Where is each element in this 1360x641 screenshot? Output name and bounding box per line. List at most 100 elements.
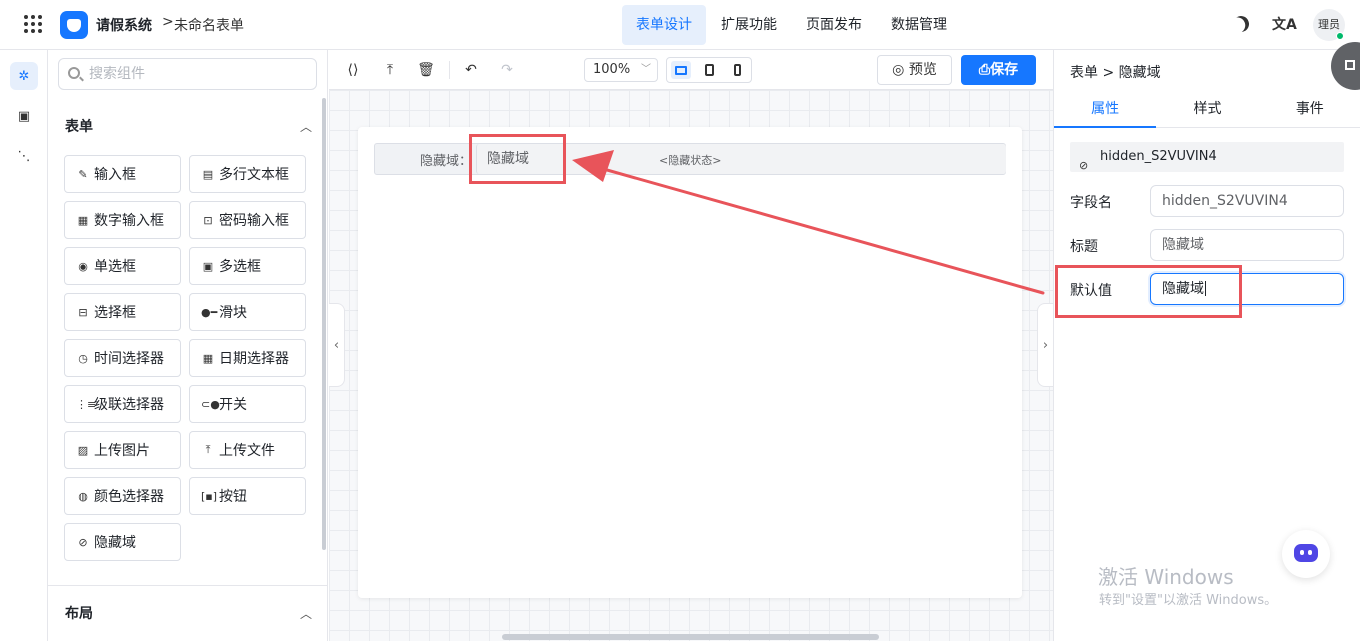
hidden-state-text: <隐藏状态> [659,154,722,167]
component-switch[interactable]: ⊂● 开关 [189,385,306,423]
tablet-device-button[interactable] [699,61,719,79]
textarea-icon: ▤ [202,167,214,181]
property-breadcrumb: 表单 > 隐藏域 [1070,65,1161,81]
save-icon: ⎙ [978,62,991,78]
tab-page-publish[interactable]: 页面发布 [792,5,876,45]
redo-icon[interactable]: ↷ [498,61,516,79]
app-logo-icon [60,11,88,39]
app-name[interactable]: 请假系统 [96,15,152,35]
clock-icon: ◷ [78,351,88,365]
pencil-icon: ✎ [78,167,88,181]
activation-watermark-subtitle: 转到"设置"以激活 Windows。 [1099,593,1278,608]
undo-icon[interactable]: ↶ [462,61,480,79]
component-upload-image[interactable]: ▨ 上传图片 [64,431,181,469]
eye-icon: ◎ [892,62,905,78]
form-section-title: 表单 [65,119,93,135]
breadcrumb-separator: > [162,14,174,30]
upload-icon: ⤒ [205,443,211,456]
device-switcher [666,57,752,83]
zoom-select[interactable]: 100% ﹀ [584,58,658,82]
button-icon: [▪] [201,489,218,503]
component-select[interactable]: ⊟ 选择框 [64,293,181,331]
layout-section-title: 布局 [65,606,93,622]
tab-attributes[interactable]: 属性 [1054,90,1157,128]
select-icon: ⊟ [78,305,88,319]
component-password-input[interactable]: ⊡ 密码输入框 [189,201,306,239]
chevron-down-icon: ﹀ [641,64,651,75]
component-hidden-field[interactable]: ⊘ 隐藏域 [64,523,181,561]
components-rail-icon[interactable]: ✲ [10,62,38,90]
component-textarea[interactable]: ▤ 多行文本框 [189,155,306,193]
tab-events[interactable]: 事件 [1259,90,1360,127]
tab-styles[interactable]: 样式 [1156,90,1258,127]
component-number-input[interactable]: ▦ 数字输入框 [64,201,181,239]
component-radio[interactable]: ◉ 单选框 [64,247,181,285]
component-upload-file[interactable]: ⤒ 上传文件 [189,431,306,469]
field-name-input[interactable]: hidden_S2VUVIN4 [1150,185,1344,217]
radio-icon: ◉ [78,259,88,273]
chevron-up-icon[interactable]: ︿ [300,605,312,622]
component-button[interactable]: [▪] 按钮 [189,477,306,515]
collapse-right-button[interactable]: › [1037,303,1053,387]
section-divider [48,585,327,586]
fullscreen-icon[interactable] [1331,42,1360,90]
desktop-icon [675,65,687,75]
cascader-icon: ⋮≡ [76,397,97,411]
chevron-right-icon: › [1042,337,1049,353]
dark-mode-icon[interactable] [1231,14,1252,35]
component-cascader[interactable]: ⋮≡ 级联选择器 [64,385,181,423]
slider-icon: ●━ [201,305,218,319]
component-search-input[interactable]: 搜索组件 [58,58,317,90]
component-color-picker[interactable]: ◍ 颜色选择器 [64,477,181,515]
eye-off-icon: ⊘ [1079,159,1089,172]
switch-icon: ⊂● [201,397,220,411]
title-label: 标题 [1070,239,1098,255]
structure-tree-rail-icon[interactable]: ⋱ [10,142,38,170]
component-time-picker[interactable]: ◷ 时间选择器 [64,339,181,377]
property-tabs: 属性 样式 事件 [1054,90,1360,128]
canvas-toolbar: ⟨⟩ ⤒ 🗑 ↶ ↷ 100% ﹀ ◎ 预览 ⎙保存 [329,50,1053,90]
canvas-horizontal-scrollbar[interactable] [502,634,879,640]
field-name-label: 字段名 [1070,195,1112,211]
image-icon: ▨ [77,443,89,457]
component-date-picker[interactable]: ▦ 日期选择器 [189,339,306,377]
checkbox-icon: ▣ [202,259,214,273]
preview-button[interactable]: ◎ 预览 [877,55,952,85]
tab-form-design[interactable]: 表单设计 [622,5,706,45]
assistant-bot-button[interactable] [1282,530,1330,578]
number-icon: ▦ [77,213,89,227]
component-slider[interactable]: ●━ 滑块 [189,293,306,331]
save-button[interactable]: ⎙保存 [961,55,1036,85]
apps-grid-icon[interactable] [24,15,44,35]
phone-icon [733,64,741,76]
left-icon-rail: ✲ ▣ ⋱ [0,50,48,641]
panel-scrollbar[interactable] [322,98,326,550]
top-bar: 请假系统 > 未命名表单 表单设计 扩展功能 页面发布 数据管理 文A 理员 [0,0,1360,50]
highlight-box-default-value [1055,265,1242,318]
component-id-chip: ⊘ hidden_S2VUVIN4 [1070,142,1344,172]
export-icon[interactable]: ⤒ [381,61,399,79]
desktop-device-button[interactable] [671,61,691,79]
form-paper[interactable] [358,127,1022,598]
phone-device-button[interactable] [727,61,747,79]
calendar-icon: ▦ [202,351,214,365]
component-checkbox[interactable]: ▣ 多选框 [189,247,306,285]
tab-data-management[interactable]: 数据管理 [877,5,961,45]
collapse-left-button[interactable]: ‹ [329,303,345,387]
robot-icon [1294,544,1318,562]
trash-icon[interactable]: 🗑 [417,61,435,79]
lock-icon: ⊡ [203,213,213,227]
highlight-box-canvas-field [469,134,566,184]
chevron-up-icon[interactable]: ︿ [300,118,312,135]
component-input[interactable]: ✎ 输入框 [64,155,181,193]
code-icon[interactable]: ⟨⟩ [344,61,362,79]
hidden-field-label: 隐藏域： [420,154,473,169]
form-rail-icon[interactable]: ▣ [10,102,38,130]
tablet-icon [704,64,714,76]
palette-icon: ◍ [78,489,88,503]
title-input[interactable]: 隐藏域 [1150,229,1344,261]
translate-icon[interactable]: 文A [1272,14,1297,34]
tab-extensions[interactable]: 扩展功能 [707,5,791,45]
toolbar-divider [449,61,450,79]
form-name[interactable]: 未命名表单 [174,15,244,35]
